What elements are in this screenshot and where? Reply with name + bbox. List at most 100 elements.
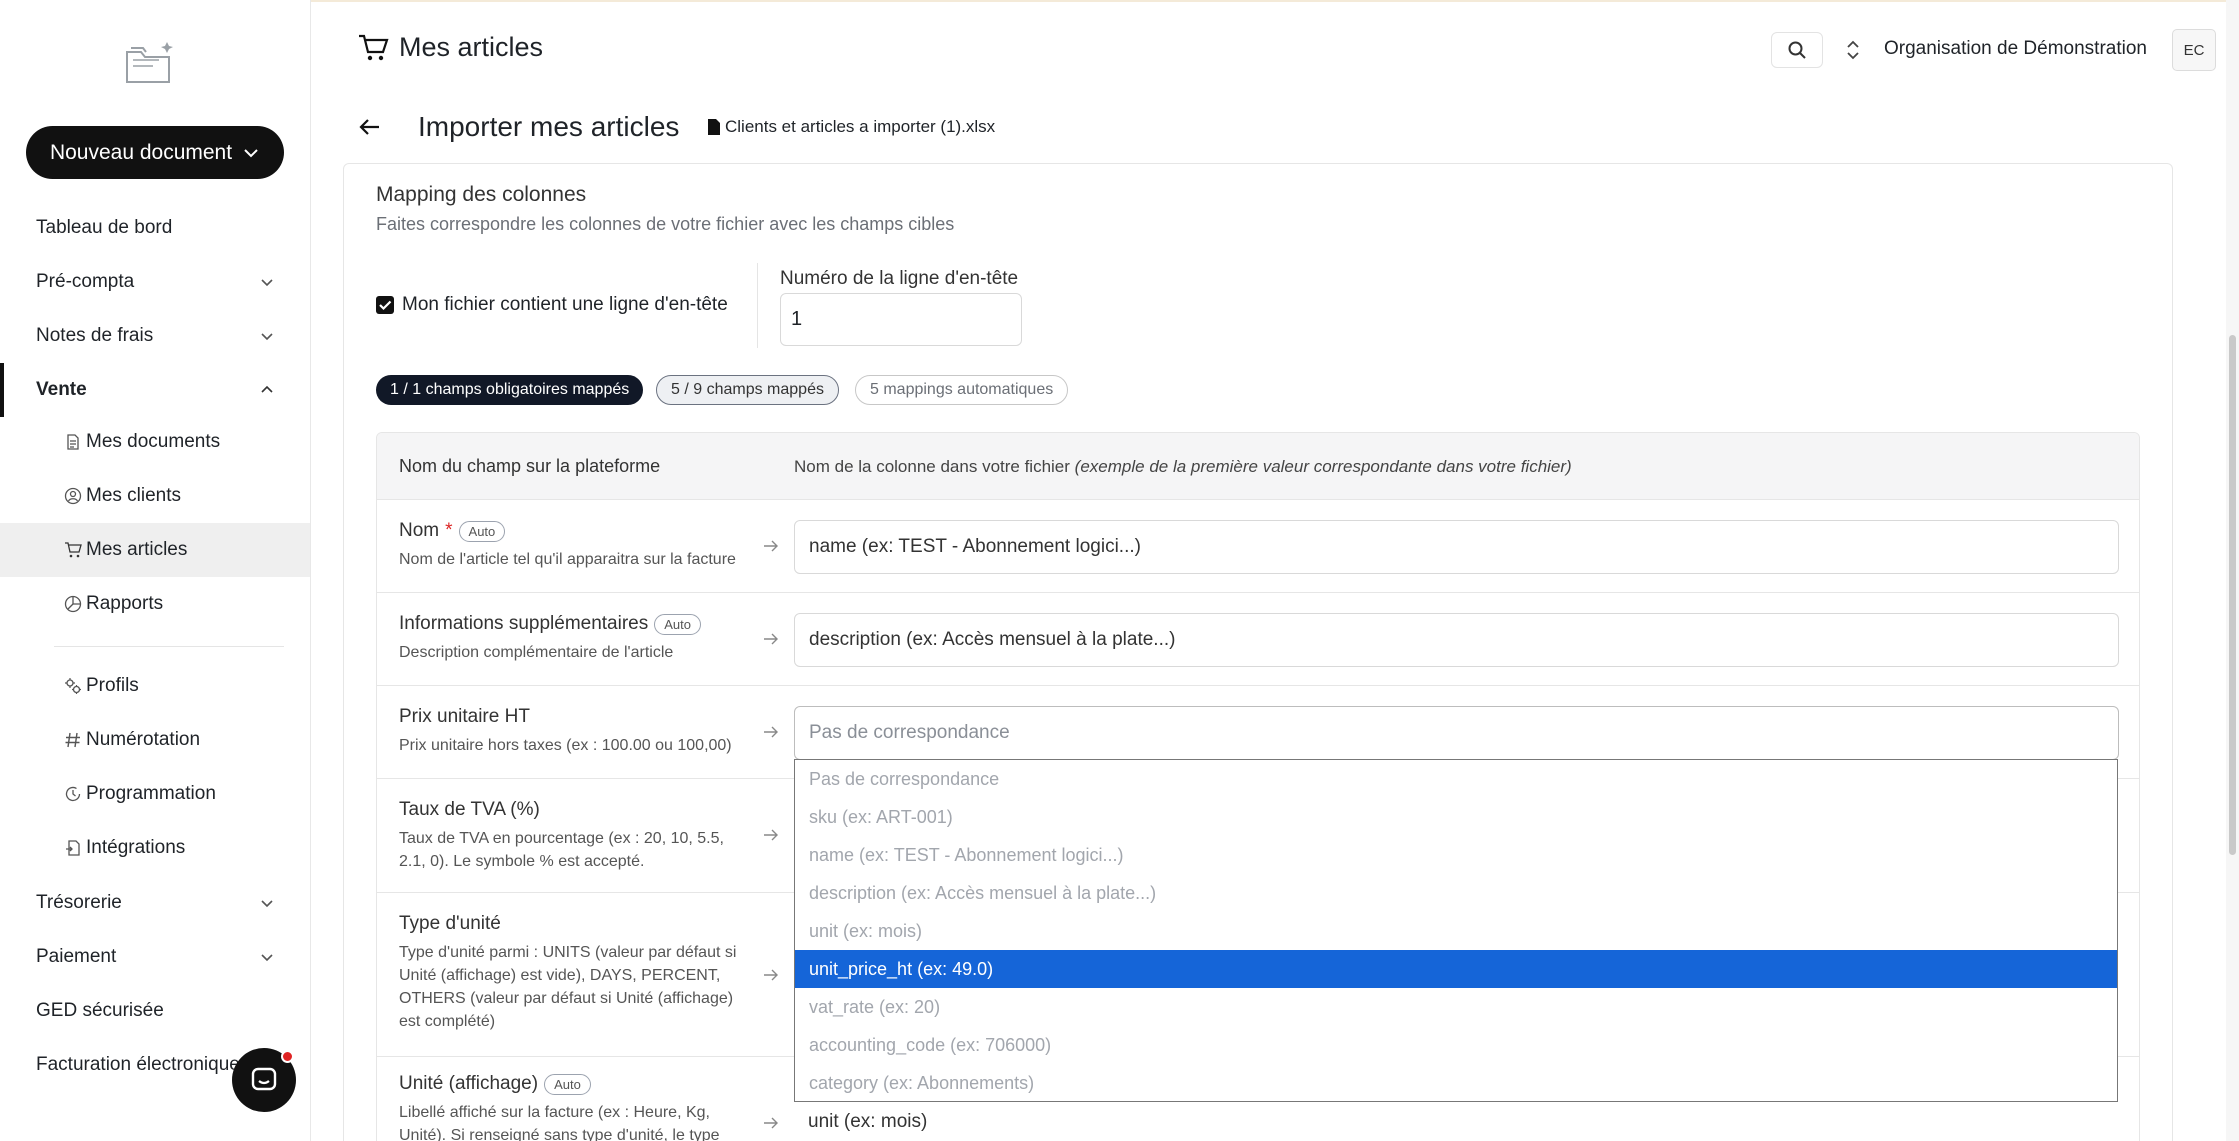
column-header-file-hint: (exemple de la première valeur correspon…	[1074, 457, 1572, 476]
field-name-label: Taux de TVA (%)	[399, 799, 540, 820]
field-name-label: Nom	[399, 520, 440, 541]
column-header-file-label: Nom de la colonne dans votre fichier	[794, 457, 1070, 476]
notification-dot	[281, 1050, 294, 1063]
field-description: Prix unitaire hors taxes (ex : 100.00 ou…	[399, 737, 732, 754]
checkbox-checked[interactable]	[376, 296, 394, 314]
dropdown-option[interactable]: description (ex: Accès mensuel à la plat…	[795, 874, 2117, 912]
checkbox-label: Mon fichier contient une ligne d'en-tête	[402, 294, 728, 315]
field-description: Description complémentaire de l'article	[399, 644, 674, 661]
field-name: Type d'unité	[399, 913, 501, 935]
dropdown-option[interactable]: name (ex: TEST - Abonnement logici...)	[795, 836, 2117, 874]
chevron-down-icon	[244, 148, 258, 157]
arrow-right-icon	[764, 829, 778, 841]
app-logo-icon[interactable]	[123, 38, 177, 86]
sidebar-item-tresorerie[interactable]: Trésorerie	[0, 876, 310, 930]
sidebar-item-vente[interactable]: Vente	[0, 363, 310, 417]
sidebar-item-label: Programmation	[86, 783, 216, 804]
header-line-number-input[interactable]: 1	[780, 293, 1022, 346]
scrollbar-thumb[interactable]	[2229, 335, 2236, 855]
sidebar-item-label: Mes clients	[86, 485, 182, 506]
check-icon	[379, 300, 392, 311]
new-document-button[interactable]: Nouveau document	[26, 126, 284, 179]
sidebar-item-label: Mes articles	[86, 539, 188, 560]
sidebar-item-profils[interactable]: Profils	[0, 659, 310, 713]
new-document-label: Nouveau document	[49, 140, 233, 164]
sidebar-item-mes-clients[interactable]: Mes clients	[0, 469, 310, 523]
file-name-label: Clients et articles a importer (1).xlsx	[725, 117, 996, 136]
dropdown-option[interactable]: accounting_code (ex: 706000)	[795, 1026, 2117, 1064]
clock-refresh-icon	[65, 786, 81, 802]
sidebar-item-notes-de-frais[interactable]: Notes de frais	[0, 309, 310, 363]
arrow-right-icon	[764, 540, 778, 552]
back-arrow-icon[interactable]	[359, 116, 381, 138]
search-button[interactable]	[1771, 32, 1823, 68]
sidebar-divider	[54, 646, 284, 647]
column-select-open[interactable]: Pas de correspondance	[794, 706, 2119, 760]
field-name-label: Prix unitaire HT	[399, 706, 530, 727]
sidebar-item-integrations[interactable]: Intégrations	[0, 821, 310, 875]
required-mark: *	[445, 520, 453, 541]
sidebar-item-numerotation[interactable]: Numérotation	[0, 713, 310, 767]
chart-pie-icon	[64, 595, 82, 613]
sidebar-item-programmation[interactable]: Programmation	[0, 767, 310, 821]
chevron-down-icon	[261, 900, 273, 908]
header-line-label: Numéro de la ligne d'en-tête	[780, 268, 1019, 289]
dropdown-option[interactable]: unit (ex: mois)	[795, 912, 2117, 950]
sidebar-item-label: Numérotation	[86, 729, 201, 750]
sidebar-item-label: Trésorerie	[36, 892, 122, 913]
organization-name[interactable]: Organisation de Démonstration	[1884, 38, 2147, 60]
arrow-right-icon	[764, 633, 778, 645]
dropdown-option-selected[interactable]: unit_price_ht (ex: 49.0)	[795, 950, 2117, 988]
field-name-label: Unité (affichage)	[399, 1073, 539, 1094]
sidebar-item-pre-compta[interactable]: Pré-compta	[0, 255, 310, 309]
arrow-right-icon	[764, 1117, 778, 1129]
search-icon	[1788, 41, 1806, 59]
sidebar-item-ged-securisee[interactable]: GED sécurisée	[0, 984, 310, 1038]
mapping-subtitle: Faites correspondre les colonnes de votr…	[376, 214, 955, 234]
chat-icon	[251, 1067, 277, 1091]
dropdown-option[interactable]: Pas de correspondance	[795, 760, 2117, 798]
imported-file-name: Clients et articles a importer (1).xlsx	[707, 117, 995, 137]
sidebar-item-mes-documents[interactable]: Mes documents	[0, 415, 310, 469]
support-chat-button[interactable]	[232, 1048, 296, 1112]
avatar[interactable]: EC	[2172, 29, 2216, 71]
sidebar-item-paiement[interactable]: Paiement	[0, 930, 310, 984]
cart-icon	[65, 542, 82, 558]
column-select[interactable]: unit (ex: mois)	[794, 1111, 927, 1133]
mapped-fields-badge: 5 / 9 champs mappés	[656, 375, 839, 405]
header-row-checkbox[interactable]: Mon fichier contient une ligne d'en-tête	[376, 294, 728, 316]
dropdown-option[interactable]: sku (ex: ART-001)	[795, 798, 2117, 836]
column-header-platform: Nom du champ sur la plateforme	[399, 456, 661, 476]
vertical-divider	[757, 263, 758, 348]
sidebar-item-label: Vente	[36, 379, 87, 400]
dropdown-option[interactable]: category (ex: Abonnements)	[795, 1064, 2117, 1101]
sidebar-item-label: GED sécurisée	[36, 1000, 164, 1021]
sidebar-item-label: Intégrations	[86, 837, 186, 858]
field-name-label: Informations supplémentaires	[399, 613, 649, 634]
sidebar-item-label: Mes documents	[86, 431, 221, 452]
table-row: Nom * Auto Nom de l'article tel qu'il app…	[377, 500, 2139, 593]
page-title: Mes articles	[399, 32, 544, 62]
field-name: Unité (affichage) Auto	[399, 1073, 591, 1095]
column-select[interactable]: description (ex: Accès mensuel à la plat…	[794, 613, 2119, 667]
required-fields-badge: 1 / 1 champs obligatoires mappés	[376, 375, 644, 405]
column-select[interactable]: name (ex: TEST - Abonnement logici...)	[794, 520, 2119, 574]
file-integration-icon	[66, 840, 80, 856]
sidebar-item-mes-articles[interactable]: Mes articles	[0, 523, 310, 577]
field-description: Nom de l'article tel qu'il apparaitra su…	[399, 551, 736, 568]
field-description: Type d'unité parmi : UNITS (valeur par d…	[399, 944, 737, 1030]
field-name-label: Type d'unité	[399, 913, 501, 934]
sidebar-item-label: Paiement	[36, 946, 117, 967]
dropdown-option[interactable]: vat_rate (ex: 20)	[795, 988, 2117, 1026]
sidebar-item-rapports[interactable]: Rapports	[0, 577, 310, 631]
chevron-down-icon	[261, 279, 273, 287]
auto-badge: Auto	[544, 1073, 591, 1095]
org-switch-icon[interactable]	[1844, 38, 1862, 62]
hash-icon	[65, 732, 80, 748]
sidebar-item-tableau-de-bord[interactable]: Tableau de bord	[0, 201, 310, 255]
field-description: Libellé affiché sur la facture (ex : Heu…	[399, 1104, 720, 1141]
field-description: Taux de TVA en pourcentage (ex : 20, 10,…	[399, 830, 724, 870]
field-name: Taux de TVA (%)	[399, 799, 540, 821]
auto-badge: Auto	[654, 613, 701, 635]
sidebar-item-label: Tableau de bord	[36, 217, 173, 238]
